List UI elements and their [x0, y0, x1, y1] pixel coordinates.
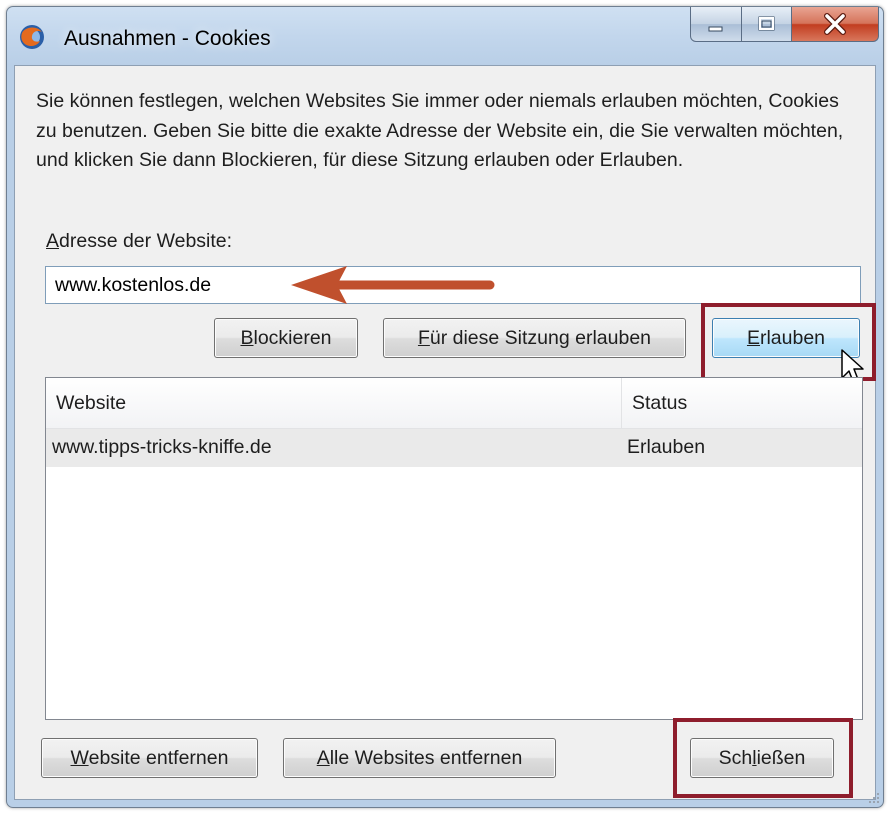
table-header: Website Status: [46, 378, 862, 429]
annotation-arrow: [291, 266, 495, 304]
block-button[interactable]: Blockieren: [214, 318, 358, 358]
websites-table[interactable]: Website Status www.tipps-tricks-kniffe.d…: [45, 377, 863, 720]
maximize-icon: [758, 16, 775, 31]
intro-text: Sie können festlegen, welchen Websites S…: [36, 90, 844, 171]
remove-all-websites-button[interactable]: Alle Websites entfernen: [283, 738, 556, 778]
maximize-button[interactable]: [742, 7, 792, 42]
title-bar[interactable]: Ausnahmen - Cookies: [7, 7, 883, 65]
remove-website-button[interactable]: Website entfernen: [41, 738, 258, 778]
close-icon: [824, 13, 846, 35]
cell-status: Erlauben: [627, 436, 706, 458]
address-label: Adresse der Website:: [46, 230, 232, 253]
allow-session-button[interactable]: Für diese Sitzung erlauben: [383, 318, 686, 358]
column-header-website[interactable]: Website: [56, 392, 126, 415]
firefox-icon: [20, 25, 44, 49]
minimize-button[interactable]: [690, 7, 742, 42]
table-row[interactable]: www.tipps-tricks-kniffe.de Erlauben: [46, 429, 862, 467]
column-divider[interactable]: [621, 378, 622, 428]
window-title: Ausnahmen - Cookies: [64, 27, 271, 50]
address-label-accesskey: A: [46, 230, 60, 252]
resize-grip-icon[interactable]: [866, 790, 880, 804]
highlight-box-close: [673, 718, 853, 798]
minimize-icon: [708, 26, 723, 32]
cell-website: www.tipps-tricks-kniffe.de: [52, 436, 272, 458]
address-label-text: dresse der Website:: [59, 230, 233, 252]
close-button[interactable]: [792, 7, 879, 42]
column-header-status[interactable]: Status: [632, 392, 687, 415]
